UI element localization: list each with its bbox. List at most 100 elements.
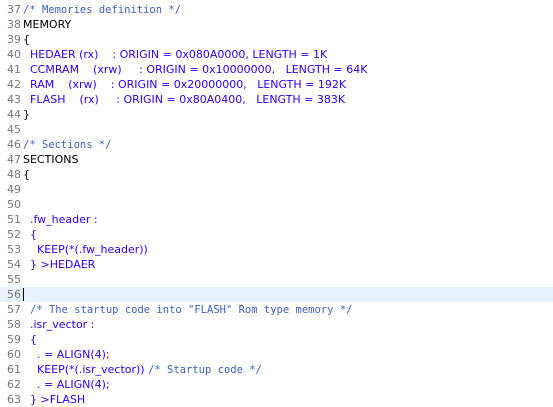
line-number: 55 — [7, 273, 21, 286]
code-text: RAM (xrw) : ORIGIN = 0x20000000, LENGTH … — [23, 78, 553, 91]
line-number: 58 — [7, 318, 21, 331]
code-line[interactable]: 61 KEEP(*(.isr_vector)) /* Startup code … — [0, 362, 553, 377]
code-line[interactable]: 62 . = ALIGN(4); — [0, 377, 553, 392]
code-text: KEEP(*(.fw_header)) — [23, 243, 553, 256]
code-line[interactable]: 45 — [0, 122, 553, 137]
code-text — [23, 288, 553, 302]
code-text: { — [23, 33, 553, 46]
line-number: 40 — [7, 48, 21, 61]
code-text: /* Sections */ — [23, 138, 553, 151]
code-token: { — [23, 228, 37, 241]
line-number: 48 — [7, 168, 21, 181]
line-number: 49 — [7, 183, 21, 196]
code-text: SECTIONS — [23, 153, 553, 166]
code-text: { — [23, 333, 553, 346]
code-token: RAM (xrw) : ORIGIN = 0x20000000, LENGTH … — [23, 78, 347, 91]
code-line[interactable]: 57 /* The startup code into "FLASH" Rom … — [0, 302, 553, 317]
code-comment: /* Sections */ — [23, 139, 112, 151]
code-token: HEDAER (rx) : ORIGIN = 0x080A0000, LENGT… — [23, 48, 328, 61]
code-text: . = ALIGN(4); — [23, 378, 553, 391]
line-number: 39 — [7, 33, 21, 46]
code-line[interactable]: 56 — [0, 287, 553, 302]
code-token: .isr_vector : — [23, 318, 95, 331]
code-token: MEMORY — [23, 18, 72, 31]
code-line[interactable]: 37/* Memories definition */ — [0, 2, 553, 17]
code-token: { — [23, 168, 30, 181]
code-text: } >FLASH — [23, 393, 553, 406]
code-line[interactable]: 42 RAM (xrw) : ORIGIN = 0x20000000, LENG… — [0, 77, 553, 92]
code-text: FLASH (rx) : ORIGIN = 0x80A0400, LENGTH … — [23, 93, 553, 106]
code-text: MEMORY — [23, 18, 553, 31]
code-token: .fw_header : — [23, 213, 98, 226]
code-token: } — [23, 108, 30, 121]
code-line[interactable]: 58 .isr_vector : — [0, 317, 553, 332]
line-number: 45 — [7, 123, 21, 136]
code-line[interactable]: 47 SECTIONS — [0, 152, 553, 167]
code-comment: /* Memories definition */ — [23, 4, 182, 16]
code-token: } >FLASH — [23, 393, 86, 406]
code-line[interactable]: 38 MEMORY — [0, 17, 553, 32]
code-comment: /* Startup code */ — [148, 364, 262, 376]
code-token: } >HEDAER — [23, 258, 96, 271]
code-text: CCMRAM (xrw) : ORIGIN = 0x10000000, LENG… — [23, 63, 553, 76]
code-token: { — [23, 333, 37, 346]
code-text: { — [23, 228, 553, 241]
code-line[interactable]: 59 { — [0, 332, 553, 347]
code-line[interactable]: 44} — [0, 107, 553, 122]
code-line[interactable]: 52 { — [0, 227, 553, 242]
text-caret — [23, 288, 24, 302]
line-number: 53 — [7, 243, 21, 256]
code-text: . = ALIGN(4); — [23, 348, 553, 361]
code-line[interactable]: 50 — [0, 197, 553, 212]
line-number: 59 — [7, 333, 21, 346]
code-editor[interactable]: 37/* Memories definition */38 MEMORY 39{40… — [0, 0, 553, 406]
code-token: KEEP(*(.isr_vector)) — [23, 363, 149, 376]
line-number: 61 — [7, 363, 21, 376]
code-comment: /* The startup code into "FLASH" Rom typ… — [30, 304, 353, 316]
code-line[interactable]: 55 — [0, 272, 553, 287]
line-number: 46 — [7, 138, 21, 151]
code-line[interactable]: 51 .fw_header : — [0, 212, 553, 227]
line-number: 50 — [7, 198, 21, 211]
code-line[interactable]: 46/* Sections */ — [0, 137, 553, 152]
code-text: .isr_vector : — [23, 318, 553, 331]
code-text: /* Memories definition */ — [23, 3, 553, 16]
line-number: 43 — [7, 93, 21, 106]
code-token: SECTIONS — [23, 153, 79, 166]
line-number: 60 — [7, 348, 21, 361]
line-number: 41 — [7, 63, 21, 76]
code-line[interactable]: 39{ — [0, 32, 553, 47]
code-line[interactable]: 63 } >FLASH — [0, 392, 553, 407]
code-line[interactable]: 54 } >HEDAER — [0, 257, 553, 272]
code-line[interactable]: 41 CCMRAM (xrw) : ORIGIN = 0x10000000, L… — [0, 62, 553, 77]
code-line[interactable]: 48{ — [0, 167, 553, 182]
line-number: 56 — [7, 288, 21, 301]
line-number: 51 — [7, 213, 21, 226]
code-text: /* The startup code into "FLASH" Rom typ… — [23, 303, 553, 316]
code-text: } >HEDAER — [23, 258, 553, 271]
line-number: 42 — [7, 78, 21, 91]
line-number: 37 — [7, 3, 21, 16]
code-token: CCMRAM (xrw) : ORIGIN = 0x10000000, LENG… — [23, 63, 368, 76]
code-token: FLASH (rx) : ORIGIN = 0x80A0400, LENGTH … — [23, 93, 346, 106]
code-line[interactable]: 53 KEEP(*(.fw_header)) — [0, 242, 553, 257]
code-line[interactable]: 40 HEDAER (rx) : ORIGIN = 0x080A0000, LE… — [0, 47, 553, 62]
line-number: 54 — [7, 258, 21, 271]
code-token: . = ALIGN(4); — [23, 378, 110, 391]
line-number: 47 — [7, 153, 21, 166]
code-token: . = ALIGN(4); — [23, 348, 110, 361]
code-text: .fw_header : — [23, 213, 553, 226]
line-number: 38 — [7, 18, 21, 31]
code-line[interactable]: 49 — [0, 182, 553, 197]
line-number: 62 — [7, 378, 21, 391]
line-number: 63 — [7, 393, 21, 406]
code-text: } — [23, 108, 553, 121]
code-line[interactable]: 43 FLASH (rx) : ORIGIN = 0x80A0400, LENG… — [0, 92, 553, 107]
code-text: KEEP(*(.isr_vector)) /* Startup code */ — [23, 363, 553, 376]
code-text: { — [23, 168, 553, 181]
code-token: { — [23, 33, 30, 46]
code-token: KEEP(*(.fw_header)) — [23, 243, 148, 256]
line-number: 52 — [7, 228, 21, 241]
code-line[interactable]: 60 . = ALIGN(4); — [0, 347, 553, 362]
